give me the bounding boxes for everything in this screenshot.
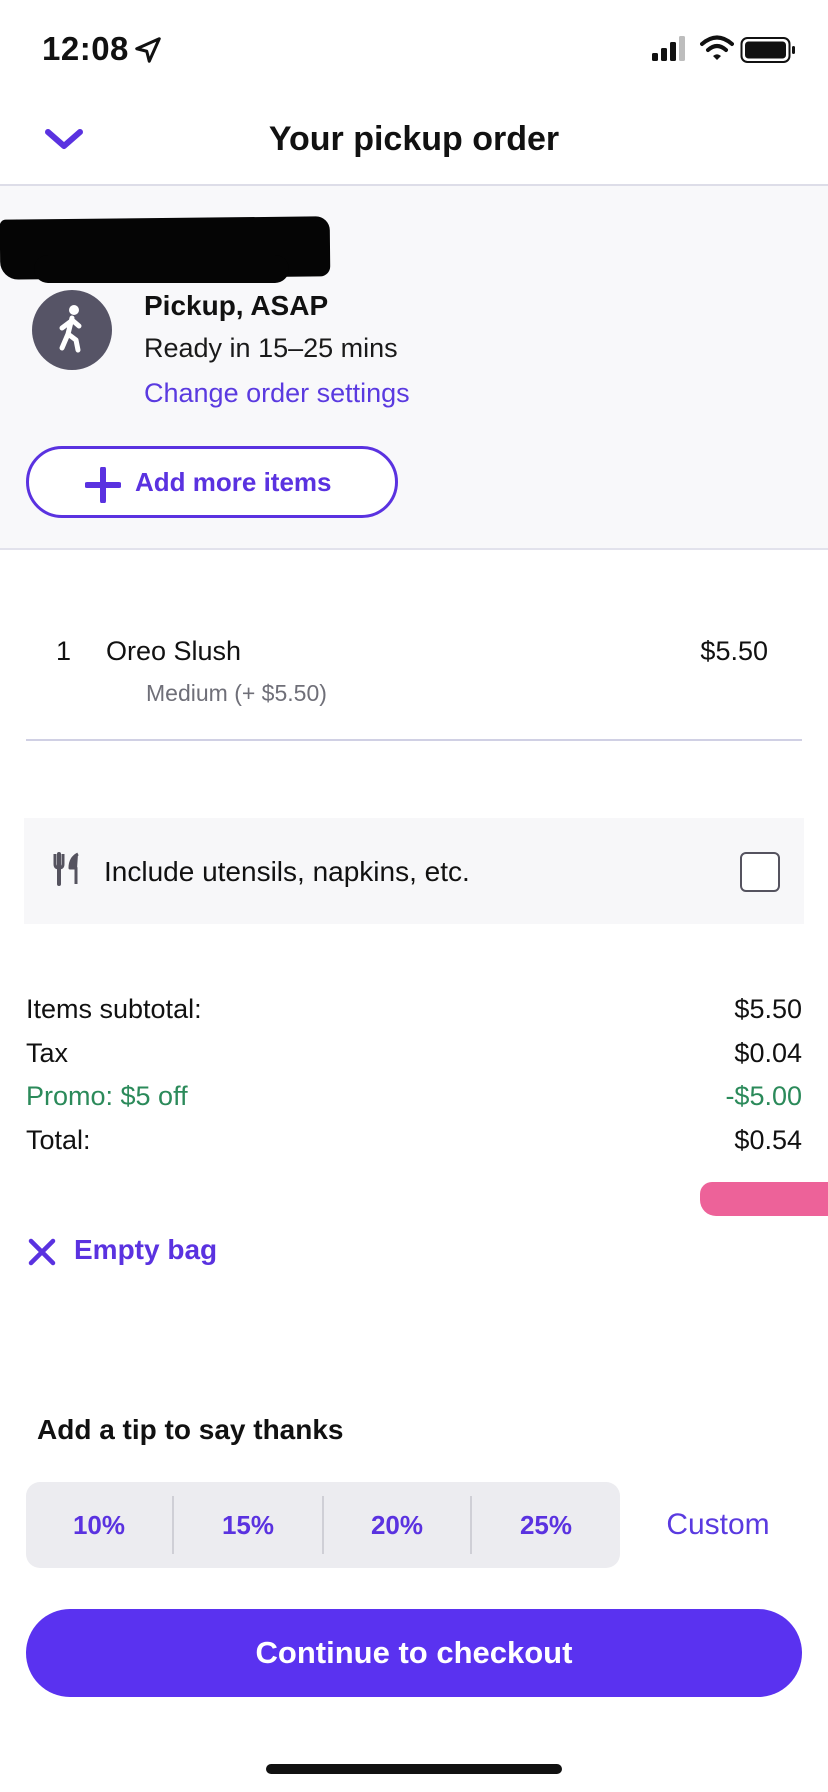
utensils-icon [53, 852, 79, 886]
continue-to-checkout-button[interactable]: Continue to checkout [26, 1609, 802, 1697]
item-name[interactable]: Oreo Slush [106, 636, 241, 667]
location-arrow-icon [135, 37, 161, 63]
add-more-items-button[interactable]: Add more items [26, 446, 398, 518]
item-divider [26, 739, 802, 741]
page-title: Your pickup order [268, 120, 560, 158]
tip-title: Add a tip to say thanks [37, 1414, 344, 1445]
subtotal-value: $5.50 [734, 994, 802, 1024]
promo-value: -$5.00 [725, 1081, 802, 1111]
add-more-items-label: Add more items [135, 467, 332, 497]
promo-label: Promo: $5 off [26, 1081, 188, 1111]
status-time: 12:08 [42, 30, 129, 67]
plus-icon [85, 467, 121, 503]
pickup-avatar [32, 290, 112, 370]
walking-person-icon [59, 305, 82, 353]
tax-label: Tax [26, 1038, 69, 1068]
cellular-signal-icon [652, 36, 685, 61]
total-label: Total: [26, 1125, 91, 1155]
highlighter-mark [700, 1182, 828, 1216]
home-indicator [266, 1764, 562, 1774]
tax-value: $0.04 [734, 1038, 802, 1068]
item-quantity: 1 [56, 636, 72, 666]
item-option: Medium (+ $5.50) [146, 680, 327, 706]
utensils-checkbox[interactable] [740, 852, 780, 892]
item-price: $5.50 [700, 636, 768, 666]
tip-option-20[interactable]: 20% [324, 1482, 470, 1568]
wifi-icon [700, 35, 734, 60]
tip-custom-button[interactable]: Custom [640, 1482, 796, 1568]
close-icon[interactable] [28, 1238, 56, 1266]
redacted-store-name-tail [34, 255, 289, 283]
total-value: $0.54 [734, 1125, 802, 1155]
tip-option-25[interactable]: 25% [472, 1482, 620, 1568]
tip-option-10[interactable]: 10% [26, 1482, 172, 1568]
tip-option-15[interactable]: 15% [174, 1482, 322, 1568]
utensils-label: Include utensils, napkins, etc. [104, 856, 470, 887]
pickup-title: Pickup, ASAP [144, 290, 329, 321]
change-order-settings-link[interactable]: Change order settings [144, 378, 410, 409]
ready-time: Ready in 15–25 mins [144, 333, 398, 363]
subtotal-label: Items subtotal: [26, 994, 202, 1024]
battery-icon [740, 37, 795, 63]
empty-bag-button[interactable]: Empty bag [74, 1234, 217, 1266]
